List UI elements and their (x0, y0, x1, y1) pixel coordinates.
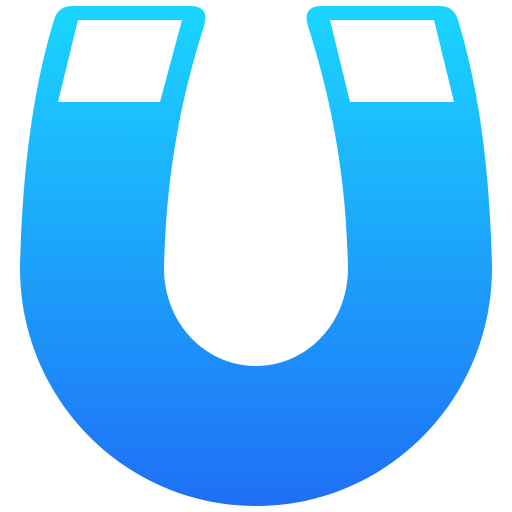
magnet-icon (20, 6, 492, 506)
icon-canvas (0, 0, 512, 512)
right-pole-cap (330, 20, 454, 102)
